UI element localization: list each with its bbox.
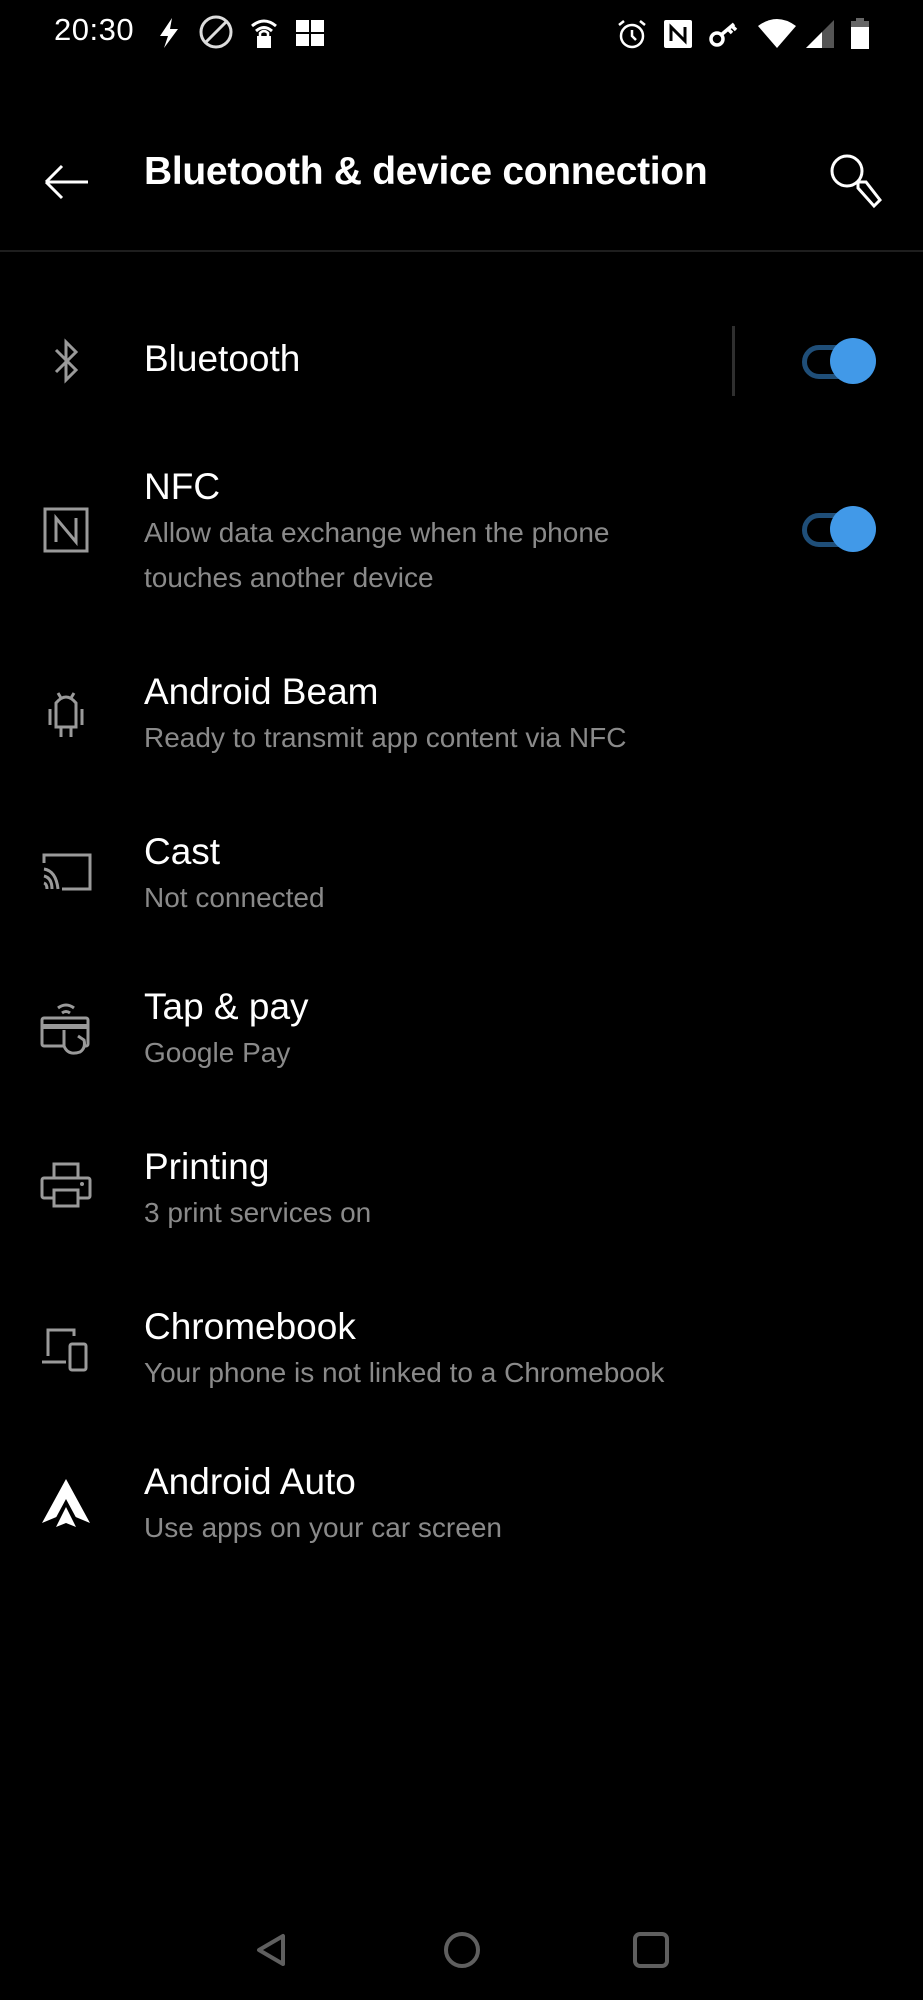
tap-pay-icon [40,1003,90,1055]
app-bar: Bluetooth & device connection [0,120,923,252]
setting-android-beam[interactable]: Android Beam Ready to transmit app conte… [0,665,923,785]
devices-icon [42,1328,88,1372]
wifi-lock-icon [251,19,277,48]
bluetooth-toggle[interactable] [800,338,878,386]
divider [732,326,735,396]
android-auto-icon [42,1479,90,1527]
setting-subtitle: Your phone is not linked to a Chromebook [144,1357,665,1388]
printer-icon [40,1162,92,1208]
app-notification-icon [296,20,324,46]
signal-icon [806,20,834,48]
setting-cast[interactable]: Cast Not connected [0,825,923,945]
setting-subtitle: 3 print services on [144,1197,372,1228]
alarm-icon [618,20,646,49]
nav-home-icon[interactable] [432,1920,492,1980]
nfc-toggle[interactable] [800,506,878,554]
setting-subtitle: Use apps on your car screen [144,1512,502,1543]
setting-title: NFC [144,466,221,507]
setting-title: Tap & pay [144,986,309,1027]
setting-title: Printing [144,1146,270,1187]
wifi-icon [758,19,796,48]
setting-tap-pay[interactable]: Tap & pay Google Pay [0,980,923,1100]
vpn-key-icon [709,22,738,47]
toggle-thumb [830,506,876,552]
cast-icon [42,853,92,891]
setting-title: Android Beam [144,671,379,712]
nav-recents-icon[interactable] [621,1920,681,1980]
setting-subtitle: Not connected [144,882,325,913]
navigation-bar [0,1900,923,2000]
search-icon[interactable] [822,146,892,216]
no-data-icon [199,15,233,49]
setting-subtitle: touches another device [144,562,434,593]
setting-subtitle: Ready to transmit app content via NFC [144,722,627,753]
setting-android-auto[interactable]: Android Auto Use apps on your car screen [0,1455,923,1575]
setting-printing[interactable]: Printing 3 print services on [0,1140,923,1260]
setting-bluetooth[interactable]: Bluetooth [0,300,923,420]
android-icon [48,692,84,737]
setting-subtitle: Google Pay [144,1037,291,1068]
setting-title: Chromebook [144,1306,356,1347]
setting-chromebook[interactable]: Chromebook Your phone is not linked to a… [0,1300,923,1420]
nfc-status-icon [664,20,692,48]
nav-back-icon[interactable] [243,1920,303,1980]
toggle-thumb [830,338,876,384]
bluetooth-icon [54,338,79,384]
setting-nfc[interactable]: NFC Allow data exchange when the phone t… [0,460,923,610]
setting-subtitle: Allow data exchange when the phone [144,517,610,548]
flash-icon [160,18,178,48]
setting-title: Bluetooth [144,338,301,379]
status-time: 20:30 [54,12,135,47]
nfc-icon [43,507,89,553]
arrow-back-icon[interactable] [38,152,98,212]
setting-title: Android Auto [144,1461,356,1502]
page-title: Bluetooth & device connection [144,150,708,193]
status-bar: 20:30 [0,0,923,70]
setting-title: Cast [144,831,221,872]
battery-icon [851,18,869,49]
